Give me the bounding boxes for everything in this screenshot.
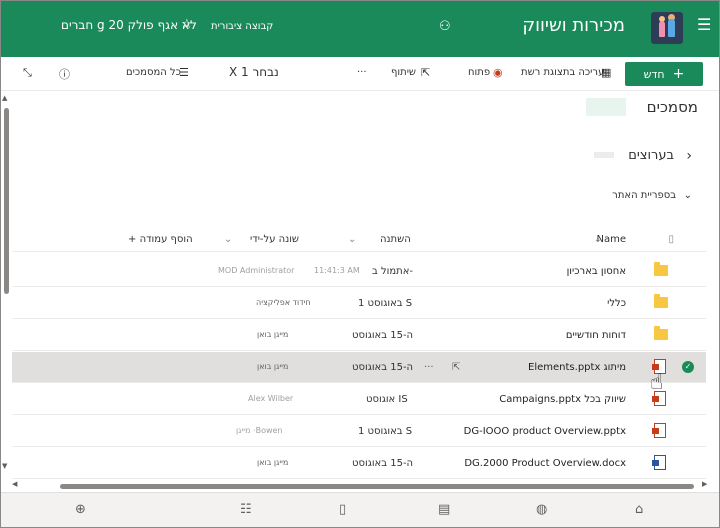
group-type-label: קבוצה ציבורית (211, 21, 274, 32)
add-column-button[interactable]: + הוסף עמודה (128, 234, 193, 245)
selected-count[interactable]: X 1 נבחר (229, 65, 279, 79)
horizontal-scroll-thumb[interactable] (60, 484, 694, 489)
selected-check-icon[interactable]: ✓ (682, 361, 694, 373)
share-row-icon[interactable]: ⇱ (452, 362, 460, 373)
modified-column-header[interactable]: השתנה (380, 234, 411, 245)
plus-icon: + (672, 66, 685, 82)
modified-time: 11:41:3 AM (314, 266, 360, 275)
chevron-down-icon[interactable]: ⌄ (684, 190, 692, 201)
table-row[interactable]: דוחות חודשיים ה-15 באוגוסט מייגן בואן (12, 320, 706, 351)
modified-date: ה-15 באוגוסט (352, 330, 414, 341)
open-button[interactable]: פתוח (468, 67, 490, 78)
title-highlight (586, 98, 626, 116)
name-sort-icon[interactable]: ⌄ (594, 234, 602, 245)
bottom-navigation: ⌂ ◍ ▤ ▯ ☷ ⊕ (1, 492, 719, 527)
folder-icon (654, 262, 668, 276)
modified-date: 1 באוגוסט S (358, 426, 413, 437)
breadcrumb[interactable]: בערוצים (628, 148, 674, 163)
table-row-selected[interactable]: ✓ Elements.pptx מיתוג ⇱ ··· ה-15 באוגוסט… (12, 352, 706, 383)
modified-date: 1 באוגוסט S (358, 298, 413, 309)
page-title: מסמכים (646, 98, 698, 116)
vertical-scroll-thumb[interactable] (4, 108, 9, 294)
library-selector[interactable]: בספריית האתר (612, 190, 676, 201)
expand-icon[interactable]: ⤡ (23, 66, 32, 80)
file-name[interactable]: DG.2000 Product Overview.docx (464, 458, 626, 469)
table-row[interactable]: כללי 1 באוגוסט S חידוד אפליקציה (12, 288, 706, 319)
folder-icon (654, 294, 668, 308)
command-bar: חדש + ▦ עריכה בתצוגת רשת ◉ פתוח ⇱ שיתוף … (1, 57, 719, 91)
table-row[interactable]: DG-IOOO product Overview.pptx 1 באוגוסט … (12, 416, 706, 447)
word-file-icon (652, 455, 666, 470)
table-row[interactable]: DG.2000 Product Overview.docx ה-15 באוגו… (12, 448, 706, 479)
file-name[interactable]: דוחות חודשיים (566, 330, 626, 341)
all-documents-button[interactable]: כל המסמכים (126, 67, 181, 78)
files-icon[interactable]: ▯ (339, 502, 346, 517)
modified-by: MOD Administrator (218, 266, 295, 275)
powerpoint-file-icon (652, 423, 666, 438)
powerpoint-icon[interactable]: ◉ (493, 66, 503, 79)
modified-date: אתמול ב- (372, 266, 414, 277)
table-row[interactable]: אחסון בארכיון אתמול ב- 11:41:3 AM MOD Ad… (12, 256, 706, 287)
folder-icon (654, 326, 668, 340)
scroll-right-icon[interactable]: ▶ (702, 480, 707, 488)
add-icon[interactable]: ⊕ (75, 502, 86, 517)
home-icon[interactable]: ⌂ (635, 502, 643, 517)
file-type-header-icon[interactable]: ▯ (668, 234, 674, 245)
file-name[interactable]: Elements.pptx מיתוג (528, 362, 626, 373)
chevron-right-icon[interactable]: › (686, 148, 692, 164)
share-button[interactable]: שיתוף (391, 67, 416, 78)
new-button-label: חדש (643, 67, 665, 81)
new-button[interactable]: חדש + (625, 62, 703, 86)
follow-label[interactable]: לא אגף פולק 20 g חברים (61, 18, 197, 32)
modified-date: ה-15 באוגוסט (352, 458, 414, 469)
file-name[interactable]: אחסון בארכיון (567, 266, 626, 277)
hamburger-icon[interactable]: ☰ (697, 15, 711, 34)
row-more-button[interactable]: ··· (424, 362, 434, 373)
modified-by: מייגן בואן (257, 330, 289, 339)
modified-date: ה-15 באוגוסט (352, 362, 414, 373)
horizontal-scrollbar[interactable]: ◀ ▶ (12, 480, 712, 490)
modified-by: Alex Wilber (248, 394, 294, 403)
modified-sort-icon[interactable]: ⌄ (348, 234, 356, 245)
site-header: ☰ מכירות ושיווק ⚇ קבוצה ציבורית ☆ לא אגף… (1, 1, 719, 57)
modified-by-column-header[interactable]: שונה על-ידי (250, 234, 299, 245)
grid-edit-button[interactable]: עריכה בתצוגת רשת (521, 67, 604, 78)
scroll-left-icon[interactable]: ◀ (12, 480, 17, 488)
modified-by: מייגן בואן (257, 362, 289, 371)
scroll-up-icon[interactable]: ▲ (2, 94, 7, 102)
table-header: ▯ Name ⌄ השתנה ⌄ שונה על-ידי ⌄ + הוסף עמ… (12, 224, 706, 252)
modified-by: מייגן ·Bowen (236, 426, 283, 435)
share-icon[interactable]: ⇱ (421, 66, 430, 79)
site-logo[interactable] (651, 12, 683, 44)
table-row[interactable]: Campaigns.pptx שיווק בכל אוגוסט IS Alex … (12, 384, 706, 415)
modified-by-sort-icon[interactable]: ⌄ (224, 234, 232, 245)
modified-by: מייגן בואן (257, 458, 289, 467)
modified-date: אוגוסט IS (366, 394, 408, 405)
file-name[interactable]: Campaigns.pptx שיווק בכל (499, 394, 626, 405)
teams-icon[interactable]: ⚇ (439, 19, 451, 34)
globe-icon[interactable]: ◍ (536, 502, 547, 517)
breadcrumb-separator (594, 152, 614, 158)
file-name[interactable]: כללי (607, 298, 626, 309)
site-title[interactable]: מכירות ושיווק (522, 15, 625, 36)
hand-pointer-icon: ☝ (650, 370, 664, 395)
more-options-button[interactable]: ··· (357, 67, 367, 78)
modified-by: חידוד אפליקציה (256, 298, 311, 307)
vertical-scrollbar[interactable]: ▲ ▼ (2, 94, 10, 476)
list-icon[interactable]: ☷ (240, 502, 252, 517)
scroll-down-icon[interactable]: ▼ (2, 462, 7, 470)
document-library: מסמכים › בערוצים ⌄ בספריית האתר ▯ Name ⌄… (12, 92, 706, 482)
file-name[interactable]: DG-IOOO product Overview.pptx (464, 426, 626, 437)
news-icon[interactable]: ▤ (438, 502, 450, 517)
info-icon[interactable]: ⓘ (59, 66, 70, 82)
